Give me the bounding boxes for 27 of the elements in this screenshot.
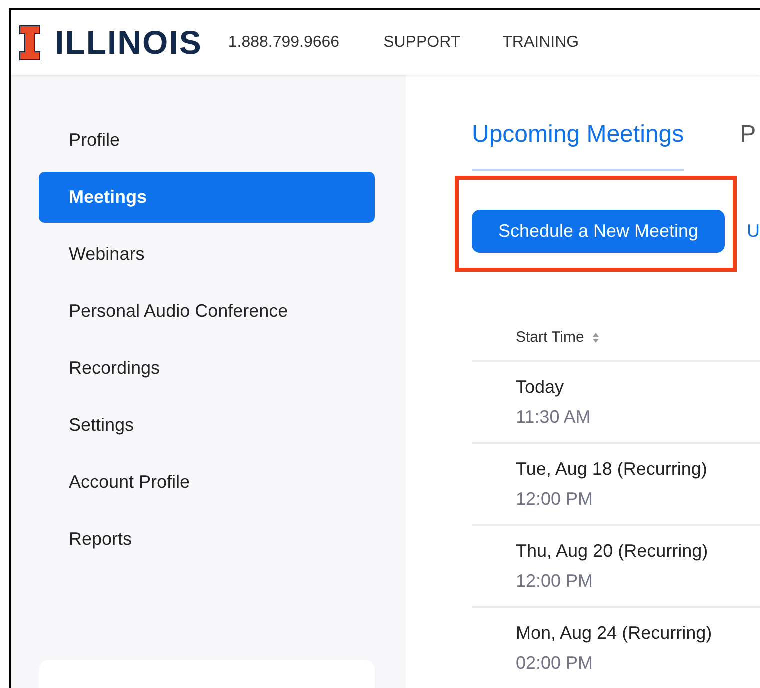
meeting-time: 12:00 PM [516, 570, 594, 592]
sidebar-item[interactable]: Reports [39, 514, 375, 565]
sidebar-item[interactable]: Profile [39, 115, 375, 166]
meeting-time: 12:00 PM [516, 488, 594, 510]
tab[interactable]: Upcoming Meetings [472, 115, 684, 171]
meeting-date: Tue, Aug 18 (Recurring) [516, 458, 708, 480]
meeting-date: Today [516, 376, 566, 398]
sidebar-item[interactable]: Recordings [39, 343, 375, 394]
tab[interactable]: P [740, 115, 756, 173]
phone-number: 1.888.799.9666 [228, 34, 340, 52]
meeting-time: 02:00 PM [516, 652, 594, 674]
schedule-meeting-button[interactable]: Schedule a New Meeting [472, 210, 725, 253]
meeting-date: Mon, Aug 24 (Recurring) [516, 622, 714, 644]
brand-name: ILLINOIS [55, 24, 202, 62]
link[interactable]: U [747, 221, 760, 242]
column-header[interactable]: Start Time [516, 329, 584, 346]
sidebar-item[interactable]: Account Profile [39, 457, 375, 508]
sidebar-item[interactable]: Settings [39, 400, 375, 451]
sidebar-item[interactable]: Personal Audio Conference [39, 286, 375, 337]
sort-icon[interactable] [592, 332, 600, 344]
sidebar-item[interactable]: Webinars [39, 229, 375, 280]
logo-icon [19, 24, 41, 60]
header-link[interactable]: SUPPORT [384, 34, 461, 52]
header-link[interactable]: TRAINING [502, 34, 580, 52]
meeting-date: Thu, Aug 20 (Recurring) [516, 540, 710, 562]
meeting-time: 11:30 AM [516, 406, 592, 428]
sidebar-item[interactable]: Meetings [39, 172, 375, 223]
